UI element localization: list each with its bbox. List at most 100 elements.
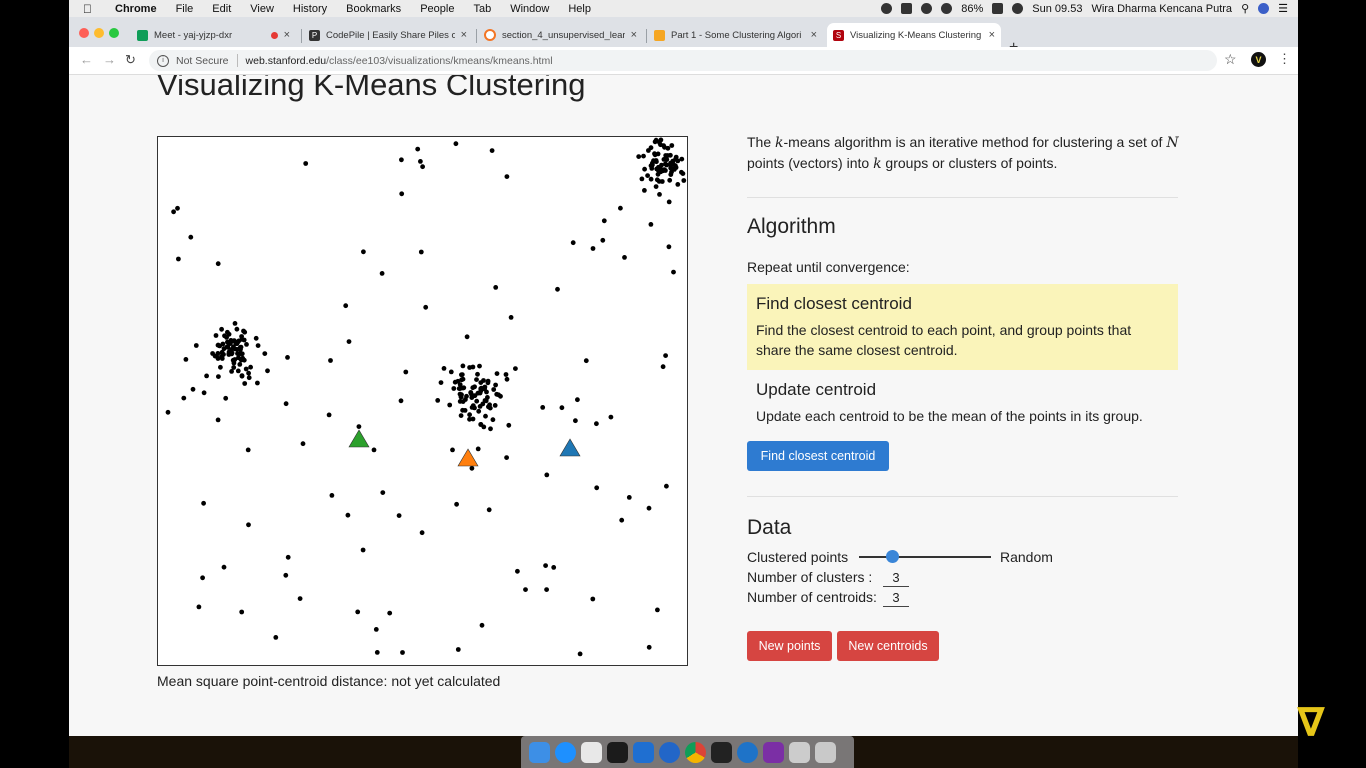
terminal-icon[interactable] bbox=[711, 741, 732, 763]
data-point bbox=[216, 374, 221, 379]
data-point bbox=[619, 517, 625, 523]
address-bar[interactable]: i Not Secure web.stanford.edu/class/ee10… bbox=[149, 50, 1217, 71]
tab-separator bbox=[301, 29, 302, 43]
data-point bbox=[218, 364, 223, 370]
data-point bbox=[232, 321, 238, 326]
find-closest-centroid-button[interactable]: Find closest centroid bbox=[747, 441, 889, 471]
menu-bookmarks[interactable]: Bookmarks bbox=[346, 3, 401, 15]
finder-icon[interactable] bbox=[529, 741, 550, 763]
forward-icon[interactable]: → bbox=[103, 52, 116, 67]
data-point bbox=[658, 137, 664, 143]
maps-icon[interactable] bbox=[659, 741, 680, 763]
menu-people[interactable]: People bbox=[420, 3, 454, 15]
notification-icon[interactable] bbox=[901, 3, 913, 14]
divider bbox=[747, 197, 1178, 198]
data-point bbox=[470, 403, 476, 408]
menu-edit[interactable]: Edit bbox=[212, 3, 231, 15]
zoom-window-button[interactable] bbox=[109, 28, 119, 38]
record-status-icon[interactable] bbox=[881, 3, 893, 14]
data-point bbox=[618, 205, 623, 211]
slider-left-label: Clustered points bbox=[747, 549, 849, 565]
extension-icon[interactable]: V bbox=[1251, 52, 1266, 67]
data-point bbox=[455, 378, 461, 384]
data-point bbox=[622, 255, 627, 260]
notification-center-icon[interactable]: ☰ bbox=[1278, 2, 1288, 15]
tab-clustering-part1[interactable]: Part 1 - Some Clustering Algori × bbox=[648, 23, 823, 47]
data-point bbox=[486, 404, 491, 410]
downloads-icon[interactable] bbox=[789, 741, 810, 763]
slider-thumb[interactable] bbox=[886, 550, 899, 563]
menu-window[interactable]: Window bbox=[510, 3, 549, 15]
step-title: Find closest centroid bbox=[756, 294, 912, 313]
info-icon[interactable]: i bbox=[157, 54, 169, 67]
onenote-icon[interactable] bbox=[763, 741, 784, 763]
data-point bbox=[475, 371, 480, 377]
menu-help[interactable]: Help bbox=[568, 3, 591, 15]
back-icon[interactable]: ← bbox=[80, 52, 93, 67]
bookmark-star-icon[interactable]: ☆ bbox=[1224, 51, 1237, 68]
menu-file[interactable]: File bbox=[176, 3, 194, 15]
new-centroids-button[interactable]: New centroids bbox=[837, 631, 939, 661]
data-point bbox=[355, 609, 361, 615]
distribution-slider[interactable] bbox=[859, 556, 991, 558]
close-window-button[interactable] bbox=[79, 28, 89, 38]
close-tab-icon[interactable]: × bbox=[631, 29, 637, 41]
tab-kmeans-active[interactable]: S Visualizing K-Means Clustering × bbox=[827, 23, 1001, 47]
divider bbox=[236, 54, 238, 67]
battery-percent[interactable]: 86% bbox=[961, 3, 983, 15]
data-point bbox=[400, 650, 405, 655]
centroid-orange[interactable] bbox=[457, 448, 479, 467]
close-tab-icon[interactable]: × bbox=[461, 29, 467, 41]
data-point bbox=[242, 329, 248, 335]
menu-app-name[interactable]: Chrome bbox=[115, 3, 157, 15]
data-point bbox=[459, 372, 464, 378]
glasses-icon[interactable] bbox=[941, 3, 953, 14]
clusters-input[interactable] bbox=[883, 569, 909, 587]
apple-icon[interactable]:  bbox=[83, 2, 97, 16]
data-point bbox=[650, 160, 655, 166]
network-icon[interactable] bbox=[737, 741, 758, 763]
data-point bbox=[232, 357, 238, 362]
clock[interactable]: Sun 09.53 bbox=[1032, 3, 1082, 15]
data-point bbox=[658, 169, 664, 175]
tab-jupyter[interactable]: section_4_unsupervised_learni × bbox=[478, 23, 643, 47]
menu-view[interactable]: View bbox=[250, 3, 274, 15]
tab-meet[interactable]: Meet - yaj-yjzp-dxr × bbox=[131, 23, 296, 47]
data-point bbox=[494, 371, 500, 376]
siri-icon[interactable] bbox=[1258, 3, 1270, 14]
spotlight-icon[interactable]: ⚲ bbox=[1241, 2, 1249, 15]
new-points-button[interactable]: New points bbox=[747, 631, 832, 661]
wifi-icon[interactable] bbox=[1012, 3, 1024, 14]
close-tab-icon[interactable]: × bbox=[811, 29, 817, 41]
vscode-icon[interactable] bbox=[633, 741, 654, 763]
data-point bbox=[226, 352, 232, 357]
chrome-menu-icon[interactable]: ⋮ bbox=[1278, 51, 1291, 67]
sync-icon[interactable] bbox=[921, 3, 933, 14]
data-point bbox=[671, 269, 676, 275]
centroid-green[interactable] bbox=[348, 429, 370, 448]
reload-icon[interactable]: ↻ bbox=[125, 52, 136, 68]
minimize-window-button[interactable] bbox=[94, 28, 104, 38]
menu-history[interactable]: History bbox=[293, 3, 327, 15]
safari-icon[interactable] bbox=[555, 741, 576, 763]
trash-icon[interactable] bbox=[815, 741, 836, 763]
data-point bbox=[239, 337, 245, 342]
pycharm-icon[interactable] bbox=[607, 741, 628, 763]
menu-tab[interactable]: Tab bbox=[473, 3, 491, 15]
data-point bbox=[415, 146, 421, 152]
centroid-blue[interactable] bbox=[559, 438, 581, 457]
close-tab-icon[interactable]: × bbox=[989, 29, 995, 41]
recording-icon bbox=[270, 31, 278, 39]
battery-icon[interactable] bbox=[992, 3, 1004, 14]
close-tab-icon[interactable]: × bbox=[284, 29, 290, 41]
divider bbox=[747, 496, 1178, 497]
user-name[interactable]: Wira Dharma Kencana Putra bbox=[1091, 3, 1232, 15]
tab-codepile[interactable]: P CodePile | Easily Share Piles of × bbox=[303, 23, 473, 47]
kmeans-plot[interactable] bbox=[157, 136, 688, 666]
data-point bbox=[233, 341, 239, 346]
data-point bbox=[246, 375, 252, 381]
mean-distance-value: not yet calculated bbox=[391, 673, 501, 689]
centroids-input[interactable] bbox=[883, 589, 909, 607]
slack-icon[interactable] bbox=[581, 741, 602, 763]
chrome-icon[interactable] bbox=[685, 741, 706, 763]
